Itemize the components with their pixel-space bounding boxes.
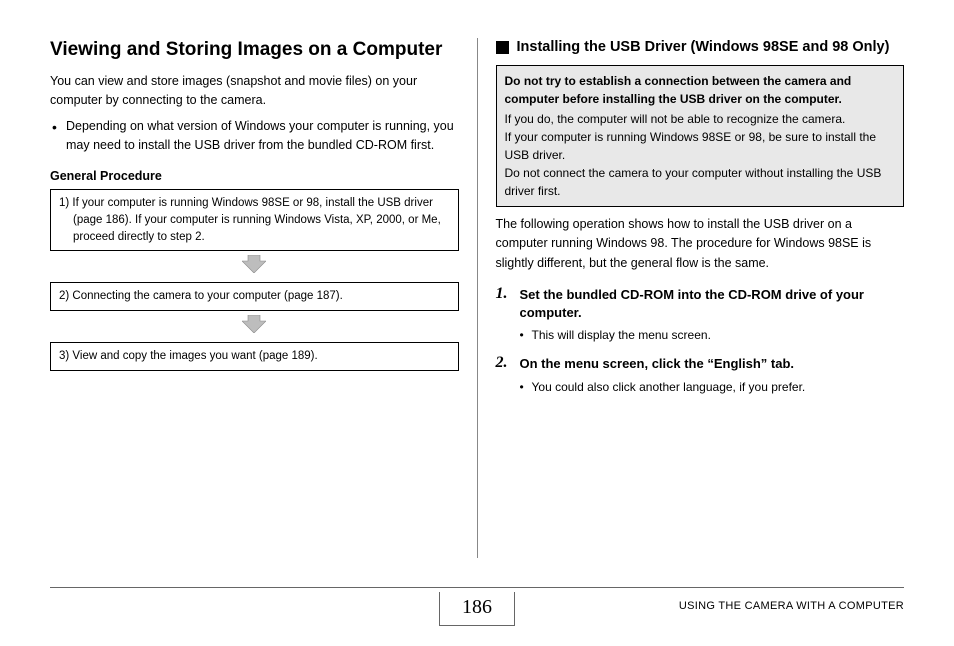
warning-line-3: Do not connect the camera to your comput… bbox=[505, 166, 882, 198]
numbered-step-1: 1. Set the bundled CD-ROM into the CD-RO… bbox=[496, 285, 905, 322]
section-title: Installing the USB Driver (Windows 98SE … bbox=[517, 38, 890, 57]
page-footer: 186 USING THE CAMERA WITH A COMPUTER bbox=[50, 594, 904, 628]
left-column: Viewing and Storing Images on a Computer… bbox=[50, 38, 477, 558]
step-text-2: On the menu screen, click the “English” … bbox=[520, 354, 795, 373]
step-2-bullet: You could also click another language, i… bbox=[520, 378, 905, 396]
page-columns: Viewing and Storing Images on a Computer… bbox=[50, 38, 904, 558]
procedure-step-1: 1) If your computer is running Windows 9… bbox=[50, 189, 459, 251]
down-arrow-icon bbox=[242, 315, 266, 333]
followup-paragraph: The following operation shows how to ins… bbox=[496, 215, 905, 273]
main-heading: Viewing and Storing Images on a Computer bbox=[50, 38, 459, 62]
procedure-arrow-1 bbox=[50, 251, 459, 282]
intro-bullets: Depending on what version of Windows you… bbox=[52, 117, 459, 156]
procedure-step-3: 3) View and copy the images you want (pa… bbox=[50, 342, 459, 371]
warning-line-2: If your computer is running Windows 98SE… bbox=[505, 130, 877, 162]
step-2-bullets: You could also click another language, i… bbox=[520, 378, 905, 396]
warning-callout: Do not try to establish a connection bet… bbox=[496, 65, 905, 207]
right-column: Installing the USB Driver (Windows 98SE … bbox=[478, 38, 905, 558]
down-arrow-icon bbox=[242, 255, 266, 273]
warning-strong: Do not try to establish a connection bet… bbox=[505, 72, 896, 108]
general-procedure-heading: General Procedure bbox=[50, 169, 459, 183]
step-1-bullet: This will display the menu screen. bbox=[520, 326, 905, 344]
section-bullet-icon bbox=[496, 41, 509, 54]
footer-rule bbox=[50, 587, 904, 588]
numbered-step-2: 2. On the menu screen, click the “Englis… bbox=[496, 354, 905, 373]
step-text-1: Set the bundled CD-ROM into the CD-ROM d… bbox=[520, 285, 905, 322]
footer-section-label: USING THE CAMERA WITH A COMPUTER bbox=[679, 600, 904, 612]
warning-line-1: If you do, the computer will not be able… bbox=[505, 112, 846, 126]
procedure-arrow-2 bbox=[50, 311, 459, 342]
intro-bullet-1: Depending on what version of Windows you… bbox=[52, 117, 459, 156]
step-number-2: 2. bbox=[496, 354, 514, 372]
step-number-1: 1. bbox=[496, 285, 514, 303]
procedure-step-1-text: 1) If your computer is running Windows 9… bbox=[59, 195, 450, 245]
procedure-step-2-text: 2) Connecting the camera to your compute… bbox=[59, 288, 450, 305]
procedure-step-3-text: 3) View and copy the images you want (pa… bbox=[59, 348, 450, 365]
step-1-bullets: This will display the menu screen. bbox=[520, 326, 905, 344]
page-number: 186 bbox=[439, 592, 515, 626]
intro-paragraph: You can view and store images (snapshot … bbox=[50, 72, 459, 111]
procedure-step-2: 2) Connecting the camera to your compute… bbox=[50, 282, 459, 311]
section-header: Installing the USB Driver (Windows 98SE … bbox=[496, 38, 905, 57]
